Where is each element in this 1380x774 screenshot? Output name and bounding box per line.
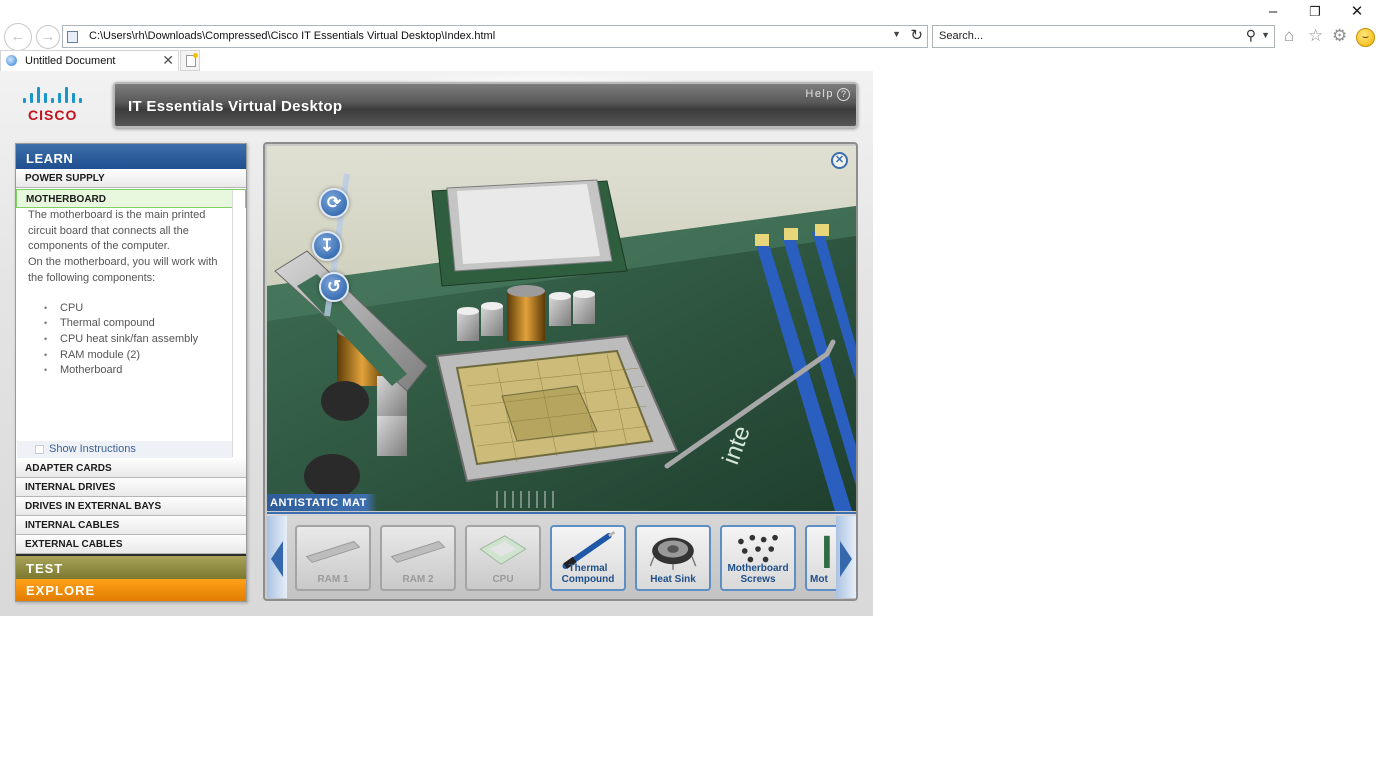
navigation-bar: ← → C:\Users\rh\Downloads\Compressed\Cis… bbox=[0, 23, 1380, 51]
close-window-button[interactable]: ✕ bbox=[1337, 2, 1377, 24]
tray-item-label: Motherboard Screws bbox=[727, 563, 789, 585]
address-dropdown-icon[interactable]: ▼ bbox=[892, 29, 901, 39]
learn-menu: LEARN POWER SUPPLY MOTHERBOARD The mothe… bbox=[15, 143, 247, 602]
learn-header[interactable]: LEARN bbox=[16, 144, 246, 169]
virtual-desktop-app: CISCO IT Essentials Virtual Desktop Help… bbox=[0, 71, 873, 616]
feedback-smiley-icon[interactable]: ⌣ bbox=[1356, 28, 1375, 47]
component-tray: RAM 1 RAM 2 CPU Thermal Compound Heat Si… bbox=[267, 512, 856, 599]
rotate-view-icon[interactable]: ⟳ bbox=[319, 188, 349, 218]
show-instructions-label[interactable]: Show Instructions bbox=[49, 443, 136, 455]
tray-item-ram-1[interactable]: RAM 1 bbox=[295, 525, 371, 591]
right-arrow-icon bbox=[840, 541, 852, 577]
menu-item-internal-cables[interactable]: INTERNAL CABLES bbox=[16, 516, 246, 535]
list-item: RAM module (2) bbox=[28, 348, 232, 364]
show-instructions-checkbox[interactable] bbox=[35, 445, 44, 454]
component-list: CPU Thermal compound CPU heat sink/fan a… bbox=[28, 301, 232, 380]
description-line: The motherboard is the main printed bbox=[28, 209, 206, 221]
tray-scroll-right-button[interactable] bbox=[836, 516, 856, 598]
menu-item-external-cables[interactable]: EXTERNAL CABLES bbox=[16, 535, 246, 554]
minimize-button[interactable]: – bbox=[1253, 2, 1293, 24]
ie-favicon-icon bbox=[6, 55, 17, 66]
menu-item-power-supply[interactable]: POWER SUPPLY bbox=[16, 169, 246, 188]
motherboard-3d-view[interactable]: inte ⟳ ↧ ↺ ✕ ANTISTATIC MAT bbox=[267, 146, 856, 511]
tray-item-heat-sink[interactable]: Heat Sink bbox=[635, 525, 711, 591]
favorites-star-icon[interactable]: ☆ bbox=[1308, 26, 1323, 46]
zoom-down-icon[interactable]: ↧ bbox=[312, 231, 342, 261]
cisco-logo: CISCO bbox=[18, 87, 98, 127]
menu-item-adapter-cards[interactable]: ADAPTER CARDS bbox=[16, 459, 246, 478]
address-bar[interactable]: C:\Users\rh\Downloads\Compressed\Cisco I… bbox=[62, 25, 928, 48]
list-item: Thermal compound bbox=[28, 316, 232, 332]
tab-title: Untitled Document bbox=[25, 55, 116, 67]
tab-untitled-document[interactable]: Untitled Document ✕ bbox=[0, 50, 179, 71]
description-line: circuit board that connects all the bbox=[28, 224, 189, 237]
search-input[interactable]: Search... bbox=[939, 30, 983, 42]
close-tab-icon[interactable]: ✕ bbox=[162, 52, 174, 69]
menu-item-internal-drives[interactable]: INTERNAL DRIVES bbox=[16, 478, 246, 497]
cisco-bars-icon bbox=[23, 87, 93, 103]
home-icon[interactable]: ⌂ bbox=[1284, 26, 1294, 46]
tray-item-label: Thermal Compound bbox=[561, 563, 615, 585]
restore-button[interactable]: ❐ bbox=[1295, 2, 1335, 24]
tray-item-motherboard-screws[interactable]: Motherboard Screws bbox=[720, 525, 796, 591]
tab-bar: Untitled Document ✕ bbox=[0, 50, 1380, 71]
description-line: components of the computer. bbox=[28, 240, 170, 253]
heat-sink-fan-icon bbox=[649, 537, 697, 570]
tray-item-ram-2[interactable]: RAM 2 bbox=[380, 525, 456, 591]
list-item: Motherboard bbox=[28, 363, 232, 379]
app-header-banner: IT Essentials Virtual Desktop Help? bbox=[113, 82, 858, 128]
tray-scroll-left-button[interactable] bbox=[267, 516, 287, 598]
tray-item-cpu[interactable]: CPU bbox=[465, 525, 541, 591]
left-arrow-icon bbox=[271, 541, 283, 577]
reset-view-icon[interactable]: ↺ bbox=[319, 272, 349, 302]
workspace-stage: inte ⟳ ↧ ↺ ✕ ANTISTATIC MAT RAM 1 RAM 2 … bbox=[263, 142, 858, 601]
menu-item-drives-external-bays[interactable]: DRIVES IN EXTERNAL BAYS bbox=[16, 497, 246, 516]
description-scrollbar[interactable] bbox=[232, 190, 245, 457]
ram-module-icon bbox=[305, 540, 361, 563]
search-dropdown-icon[interactable]: ▼ bbox=[1261, 30, 1270, 40]
new-tab-icon bbox=[186, 53, 198, 67]
tray-item-label: Heat Sink bbox=[650, 574, 696, 585]
antistatic-mat-label: ANTISTATIC MAT bbox=[267, 494, 377, 511]
cpu-chip-icon bbox=[479, 535, 527, 565]
tray-item-label: RAM 1 bbox=[317, 574, 349, 585]
search-box[interactable]: Search... ⚲ ▼ bbox=[932, 25, 1275, 48]
list-item: CPU heat sink/fan assembly bbox=[28, 332, 232, 348]
refresh-icon[interactable]: ↻ bbox=[910, 26, 923, 44]
new-tab-button[interactable] bbox=[180, 50, 200, 71]
search-icon[interactable]: ⚲ bbox=[1246, 27, 1256, 44]
back-arrow-icon: ← bbox=[10, 28, 26, 45]
page-icon bbox=[67, 31, 78, 43]
ram-module-icon bbox=[390, 540, 446, 563]
forward-arrow-icon: → bbox=[40, 28, 56, 45]
list-item: CPU bbox=[28, 301, 232, 317]
tray-item-label: CPU bbox=[492, 574, 514, 585]
address-url[interactable]: C:\Users\rh\Downloads\Compressed\Cisco I… bbox=[89, 30, 495, 42]
motherboard-description: The motherboard is the main printed circ… bbox=[17, 208, 232, 458]
description-line: On the motherboard, you will work with bbox=[28, 256, 218, 269]
show-instructions-toggle[interactable]: Show Instructions bbox=[17, 441, 232, 458]
tray-item-thermal-compound[interactable]: Thermal Compound bbox=[550, 525, 626, 591]
tray-item-label: RAM 2 bbox=[402, 574, 434, 585]
explore-section-button[interactable]: EXPLORE bbox=[16, 579, 246, 601]
help-button[interactable]: Help? bbox=[805, 88, 850, 101]
window-titlebar: – ❐ ✕ bbox=[0, 0, 1380, 24]
menu-item-motherboard[interactable]: MOTHERBOARD bbox=[16, 189, 246, 208]
test-section-button[interactable]: TEST bbox=[16, 554, 246, 579]
description-line: the following components: bbox=[28, 271, 156, 284]
cisco-wordmark: CISCO bbox=[28, 107, 78, 123]
close-stage-icon[interactable]: ✕ bbox=[831, 152, 848, 169]
back-button[interactable]: ← bbox=[4, 23, 32, 51]
help-question-icon: ? bbox=[837, 88, 850, 101]
forward-button[interactable]: → bbox=[36, 25, 60, 49]
gear-icon[interactable]: ⚙ bbox=[1332, 26, 1347, 46]
motherboard-illustration: inte bbox=[267, 173, 856, 511]
app-title: IT Essentials Virtual Desktop bbox=[128, 98, 343, 115]
